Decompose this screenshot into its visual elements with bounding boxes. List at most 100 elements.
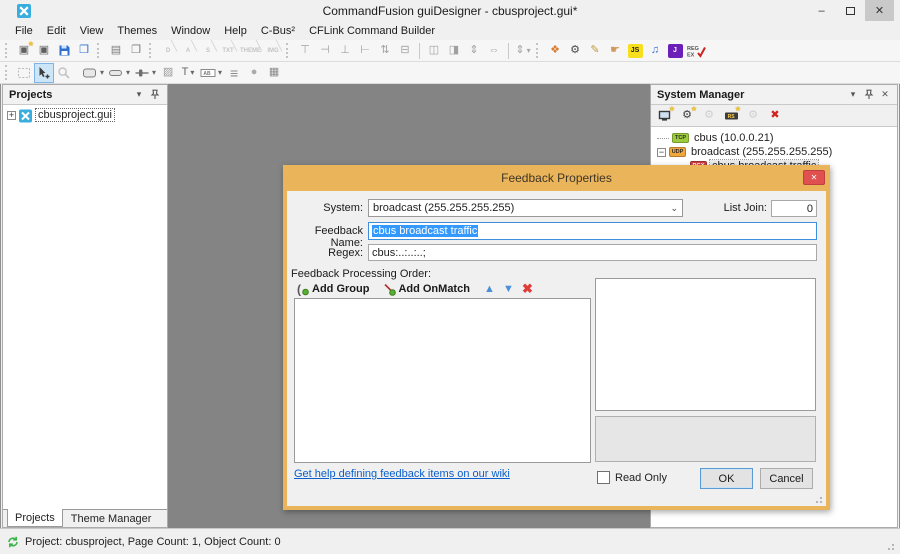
align-left-icon: ⊢ (355, 41, 375, 61)
tree-item-label: cbus (10.0.0.21) (692, 132, 776, 144)
menu-item-window[interactable]: Window (164, 23, 217, 39)
menu-item-help[interactable]: Help (217, 23, 254, 39)
new-project-icon[interactable]: ▣★ (14, 41, 34, 61)
delete-item-icon[interactable]: ✖ (520, 282, 535, 296)
projects-panel-title: Projects (9, 89, 131, 101)
menu-item-file[interactable]: File (8, 23, 40, 39)
delete-system-icon[interactable]: ✖ (765, 106, 785, 126)
add-onmatch-icon (381, 282, 396, 296)
tree-expand-toggle[interactable]: − (657, 148, 666, 157)
minimize-button[interactable]: – (807, 0, 836, 21)
simulator-icon[interactable]: ☛ (605, 41, 625, 61)
duplicate-page-icon[interactable]: ❐ (126, 41, 146, 61)
tree-expand-toggle[interactable]: + (7, 111, 16, 120)
read-only-checkbox[interactable] (597, 471, 610, 484)
tab-theme-manager[interactable]: Theme Manager (63, 510, 160, 527)
tab-projects[interactable]: Projects (7, 509, 63, 527)
description-box (595, 416, 816, 462)
sound-manager-icon[interactable]: ♫ (645, 41, 665, 61)
dropdown-arrow-icon[interactable]: ▾ (218, 68, 222, 77)
toolbar-grip (149, 43, 154, 58)
resize-icon: ⇕▾ (513, 41, 533, 61)
add-group-button[interactable]: ( Add Group (295, 282, 369, 296)
add-group-label: Add Group (312, 283, 369, 295)
close-button[interactable]: ✕ (865, 0, 894, 21)
regex-tester-icon[interactable]: REGEX (685, 41, 708, 61)
join-manager-icon[interactable]: ✎ (585, 41, 605, 61)
maximize-button[interactable] (836, 0, 865, 21)
dialog-resize-grip-icon[interactable] (815, 495, 824, 504)
panel-menu-icon[interactable]: ▾ (845, 87, 861, 103)
wiki-help-link[interactable]: Get help defining feedback items on our … (294, 468, 510, 480)
gauge-tool-icon[interactable]: ● (244, 63, 264, 83)
align-bottom-icon: ⊥ (335, 41, 355, 61)
menu-item-cflink-command-builder[interactable]: CFLink Command Builder (302, 23, 442, 39)
marquee-select-icon (14, 63, 34, 83)
menu-item-c-bus[interactable]: C-Bus² (254, 23, 302, 39)
javascript-manager-icon[interactable]: JS (625, 41, 645, 61)
distribute-vertical-icon: ⇕ (464, 41, 484, 61)
text-manager-icon: TXT╲ (218, 41, 238, 61)
tree-item-label: broadcast (255.255.255.255) (689, 146, 834, 158)
new-page-icon[interactable]: ▤ (106, 41, 126, 61)
pencil-slash-icon: ╲ (276, 41, 282, 52)
system-manager-toolbar: ★⚙★⚙RS★⚙✖ (651, 105, 897, 127)
move-up-icon[interactable]: ▲ (482, 282, 497, 296)
dropdown-arrow-icon[interactable]: ▾ (100, 68, 104, 77)
tree-item[interactable]: −UDPbroadcast (255.255.255.255) (651, 145, 897, 159)
processing-order-label: Feedback Processing Order: (291, 268, 491, 280)
pill-button-tool-icon[interactable]: ▾ (106, 63, 132, 83)
dropdown-arrow-icon[interactable]: ▾ (190, 68, 194, 77)
menu-item-view[interactable]: View (73, 23, 111, 39)
processing-order-list[interactable] (294, 298, 591, 463)
panel-close-icon[interactable]: ✕ (877, 87, 893, 103)
system-select[interactable]: broadcast (255.255.255.255) ⌄ (368, 199, 683, 217)
project-file-icon (19, 109, 32, 122)
detail-list[interactable] (595, 278, 816, 411)
dropdown-arrow-icon[interactable]: ▾ (527, 46, 531, 55)
pagination-tool-icon[interactable]: ▦ (264, 63, 284, 83)
center-horizontal-icon: ◫ (424, 41, 444, 61)
input-tool-icon[interactable]: AB ▾ (198, 63, 224, 83)
menu-item-themes[interactable]: Themes (110, 23, 164, 39)
save-icon[interactable] (54, 41, 74, 61)
read-only-row: Read Only (597, 471, 667, 484)
image-tool-icon[interactable]: ▨ (158, 63, 178, 83)
ok-button[interactable]: OK (700, 468, 753, 489)
add-feedback-icon[interactable]: RS★ (721, 106, 741, 126)
resize-grip-icon[interactable] (887, 541, 897, 551)
theme-designer-icon[interactable]: ❖ (545, 41, 565, 61)
text-tool-icon[interactable]: T▾ (178, 63, 198, 83)
processing-order-toolbar: ( Add Group Add OnMatch ▲ ▼ ✖ (295, 282, 535, 296)
add-onmatch-button[interactable]: Add OnMatch (381, 282, 470, 296)
dialog-body: System: broadcast (255.255.255.255) ⌄ Li… (287, 191, 826, 506)
dropdown-arrow-icon[interactable]: ▾ (152, 68, 156, 77)
dropdown-arrow-icon[interactable]: ▾ (126, 68, 130, 77)
panel-menu-icon[interactable]: ▾ (131, 87, 147, 103)
pin-icon[interactable] (147, 87, 163, 103)
open-project-icon[interactable]: ▣ (34, 41, 54, 61)
pin-icon[interactable] (861, 87, 877, 103)
button-tool-icon[interactable]: ▾ (80, 63, 106, 83)
new-star-overlay-icon: ★ (669, 105, 675, 113)
move-down-icon[interactable]: ▼ (501, 282, 516, 296)
list-join-input[interactable]: 0 (771, 200, 817, 217)
join-flags-icon[interactable]: J (665, 41, 685, 61)
tree-item[interactable]: TCPcbus (10.0.0.21) (651, 131, 897, 145)
tree-item-project[interactable]: + cbusproject.gui (3, 105, 167, 124)
menu-item-edit[interactable]: Edit (40, 23, 73, 39)
dialog-close-button[interactable]: ✕ (803, 170, 825, 185)
list-tool-icon[interactable]: ≡ (224, 63, 244, 83)
add-device-icon[interactable]: ⚙★ (677, 106, 697, 126)
cancel-button[interactable]: Cancel (760, 468, 813, 489)
project-settings-icon[interactable]: ⚙ (565, 41, 585, 61)
toolbar-grip (286, 43, 291, 58)
svg-text:AB: AB (203, 71, 211, 77)
add-system-icon[interactable]: ★ (655, 106, 675, 126)
system-manager-icon: S╲ (198, 41, 218, 61)
regex-input[interactable]: cbus:..:..:..; (368, 244, 817, 261)
feedback-name-input[interactable]: cbus broadcast traffic (368, 222, 817, 240)
pointer-tool-icon[interactable] (34, 63, 54, 83)
save-all-icon[interactable]: ❐ (74, 41, 94, 61)
slider-tool-icon[interactable]: ▾ (132, 63, 158, 83)
